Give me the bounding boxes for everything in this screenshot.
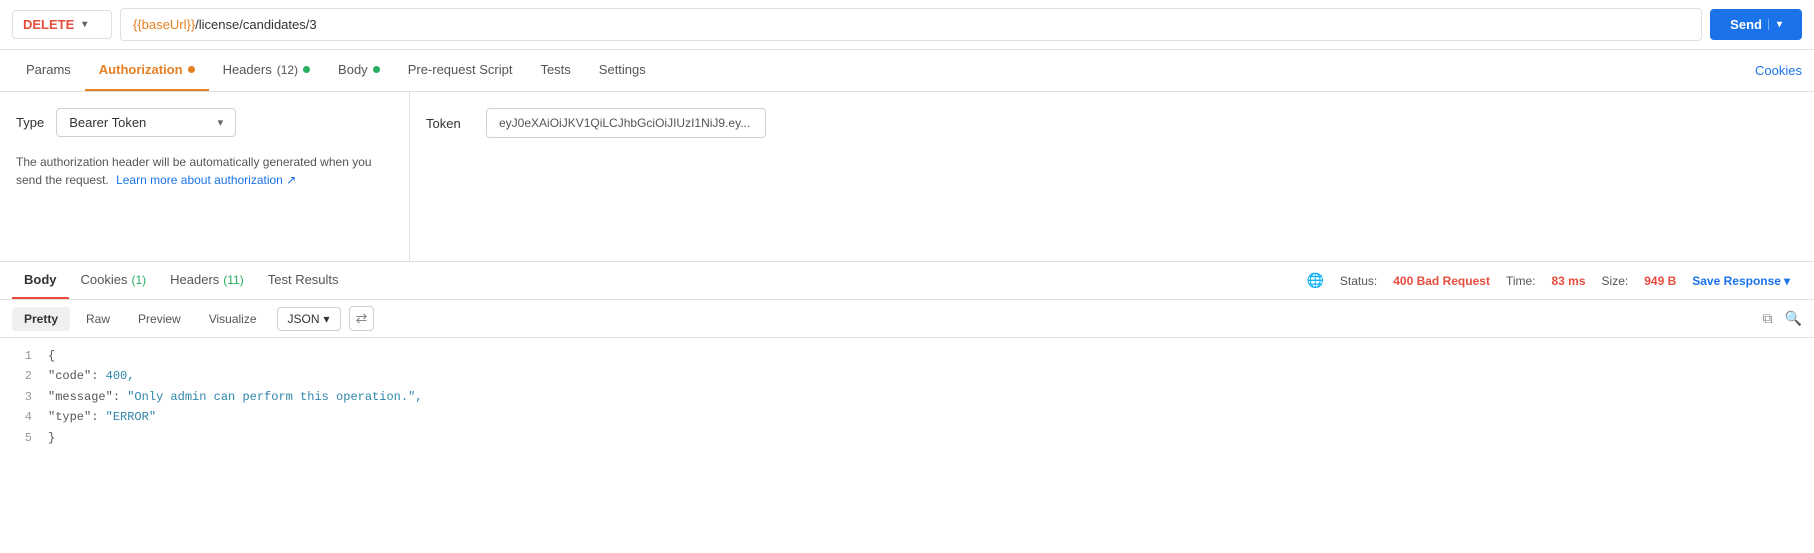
json-format-label: JSON: [288, 312, 320, 326]
url-path: /license/candidates/3: [195, 17, 316, 32]
status-value: 400 Bad Request: [1393, 274, 1490, 288]
response-section: Body Cookies (1) Headers (11) Test Resul…: [0, 262, 1814, 553]
auth-desc-line1: The authorization header will be automat…: [16, 155, 372, 169]
code-tab-visualize[interactable]: Visualize: [197, 307, 269, 331]
send-label: Send: [1730, 17, 1762, 32]
code-tab-preview[interactable]: Preview: [126, 307, 193, 331]
url-bar[interactable]: {{baseUrl}}/license/candidates/3: [120, 8, 1702, 41]
json-format-dropdown[interactable]: JSON ▾: [277, 307, 341, 331]
type-row: Type Bearer Token ▾: [16, 108, 393, 137]
auth-content-area: Type Bearer Token ▾ The authorization he…: [0, 92, 1814, 262]
code-line-4: 4 "type": "ERROR": [12, 407, 1802, 427]
url-base: {{baseUrl}}: [133, 17, 195, 32]
code-val-type: "ERROR": [106, 410, 156, 424]
response-tab-headers[interactable]: Headers (11): [158, 262, 256, 299]
tab-settings[interactable]: Settings: [585, 50, 660, 91]
send-button[interactable]: Send ▾: [1710, 9, 1802, 40]
request-tabs: Params Authorization Headers (12) Body P…: [12, 50, 660, 91]
request-tabs-row: Params Authorization Headers (12) Body P…: [0, 50, 1814, 92]
time-label: Time:: [1506, 274, 1536, 288]
code-line-2: 2 "code": 400,: [12, 366, 1802, 386]
type-select-dropdown[interactable]: Bearer Token ▾: [56, 108, 236, 137]
time-value: 83 ms: [1552, 274, 1586, 288]
send-chevron-icon: ▾: [1768, 19, 1782, 30]
type-chevron-icon: ▾: [218, 116, 224, 129]
response-tabs-row: Body Cookies (1) Headers (11) Test Resul…: [0, 262, 1814, 300]
code-key-code: "code": [48, 369, 91, 383]
response-tabs: Body Cookies (1) Headers (11) Test Resul…: [12, 262, 351, 299]
code-area: 1 { 2 "code": 400, 3 "message": "Only ad…: [0, 338, 1814, 553]
search-icon[interactable]: 🔍: [1785, 310, 1802, 327]
auth-desc-line2: send the request.: [16, 173, 109, 187]
auth-right-panel: Token eyJ0eXAiOiJKV1QiLCJhbGciOiJIUzI1Ni…: [410, 92, 1814, 261]
code-line-5: 5 }: [12, 428, 1802, 448]
method-label: DELETE: [23, 17, 74, 32]
token-label: Token: [426, 116, 466, 131]
response-tab-test-results[interactable]: Test Results: [256, 262, 351, 299]
size-value: 949 B: [1644, 274, 1676, 288]
tab-authorization[interactable]: Authorization: [85, 50, 209, 91]
token-row: Token eyJ0eXAiOiJKV1QiLCJhbGciOiJIUzI1Ni…: [426, 108, 1798, 138]
tab-body[interactable]: Body: [324, 50, 394, 91]
copy-icon[interactable]: ⧉: [1763, 310, 1773, 327]
response-tab-body[interactable]: Body: [12, 262, 69, 299]
save-chevron-icon: ▾: [1784, 274, 1790, 288]
authorization-dot: [188, 66, 195, 73]
code-line-1: 1 {: [12, 346, 1802, 366]
tab-tests[interactable]: Tests: [526, 50, 584, 91]
tab-headers[interactable]: Headers (12): [209, 50, 324, 91]
headers-dot: [303, 66, 310, 73]
response-tab-cookies[interactable]: Cookies (1): [69, 262, 159, 299]
code-val-message: "Only admin can perform this operation."…: [127, 390, 422, 404]
learn-more-link[interactable]: Learn more about authorization ↗: [116, 173, 296, 187]
tab-pre-request[interactable]: Pre-request Script: [394, 50, 527, 91]
token-input[interactable]: eyJ0eXAiOiJKV1QiLCJhbGciOiJIUzI1NiJ9.ey.…: [486, 108, 766, 138]
code-tabs-row: Pretty Raw Preview Visualize JSON ▾ ⇄ ⧉ …: [0, 300, 1814, 338]
code-tab-raw[interactable]: Raw: [74, 307, 122, 331]
code-key-message: "message": [48, 390, 113, 404]
code-key-type: "type": [48, 410, 91, 424]
globe-icon: 🌐: [1306, 272, 1323, 289]
code-line-3: 3 "message": "Only admin can perform thi…: [12, 387, 1802, 407]
type-label: Type: [16, 115, 44, 130]
wrap-icon[interactable]: ⇄: [349, 306, 375, 331]
code-val-code: 400,: [106, 369, 135, 383]
body-dot: [373, 66, 380, 73]
tab-params[interactable]: Params: [12, 50, 85, 91]
auth-left-panel: Type Bearer Token ▾ The authorization he…: [0, 92, 410, 261]
save-response-button[interactable]: Save Response ▾: [1692, 274, 1790, 288]
top-bar: DELETE ▾ {{baseUrl}}/license/candidates/…: [0, 0, 1814, 50]
cookies-link[interactable]: Cookies: [1755, 51, 1802, 90]
status-label: Status:: [1340, 274, 1377, 288]
save-response-label: Save Response: [1692, 274, 1781, 288]
auth-description: The authorization header will be automat…: [16, 153, 393, 189]
response-status-area: 🌐 Status: 400 Bad Request Time: 83 ms Si…: [1294, 272, 1802, 289]
type-select-value: Bearer Token: [69, 115, 146, 130]
method-chevron-icon: ▾: [82, 19, 87, 30]
token-value: eyJ0eXAiOiJKV1QiLCJhbGciOiJIUzI1NiJ9.ey.…: [499, 116, 750, 130]
json-chevron-icon: ▾: [324, 312, 330, 326]
method-dropdown[interactable]: DELETE ▾: [12, 10, 112, 39]
code-tab-pretty[interactable]: Pretty: [12, 307, 70, 331]
size-label: Size:: [1602, 274, 1629, 288]
